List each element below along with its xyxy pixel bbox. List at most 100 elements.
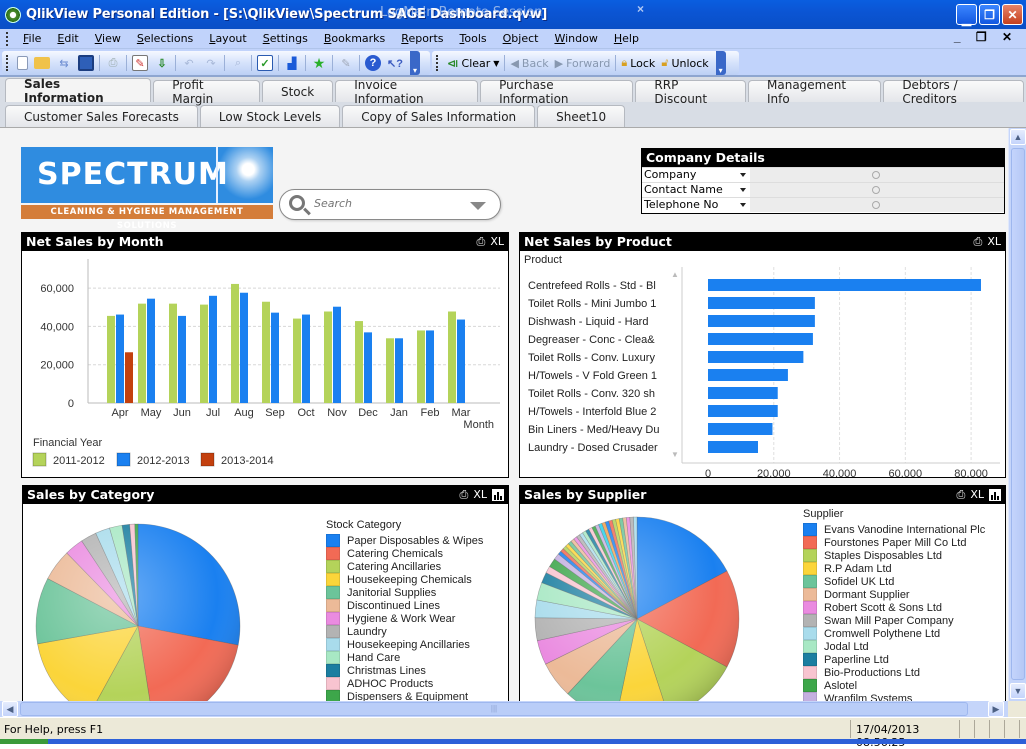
toolbar-grip[interactable] xyxy=(6,55,9,71)
dropdown-arrow-icon[interactable] xyxy=(740,188,746,192)
context-help-icon[interactable]: ↖? xyxy=(387,55,403,71)
dropdown-arrow-icon[interactable] xyxy=(470,202,486,210)
tab-debtors-creditors[interactable]: Debtors / Creditors xyxy=(883,78,1024,106)
menu-object[interactable]: Object xyxy=(495,32,547,45)
print-icon[interactable]: ⎙ xyxy=(477,233,486,251)
menu-selections[interactable]: Selections xyxy=(129,32,201,45)
field-value[interactable] xyxy=(750,183,1004,197)
legend-item[interactable]: Sofidel UK Ltd xyxy=(803,575,985,588)
net-sales-by-month-chart[interactable]: Net Sales by Month ⎙ XL 0 20,000 40,000 60,0… xyxy=(21,232,509,478)
tab-management-info[interactable]: Management Info xyxy=(748,78,882,106)
legend-item[interactable]: R.P Adam Ltd xyxy=(803,562,985,575)
net-sales-by-product-chart[interactable]: Net Sales by Product ⎙ XL Product 0 20,000 4… xyxy=(519,232,1006,480)
vertical-scrollbar[interactable]: ▲ ▼ xyxy=(1008,128,1026,701)
legend-item[interactable]: Bio-Productions Ltd xyxy=(803,666,985,679)
tab-low-stock-levels[interactable]: Low Stock Levels xyxy=(199,105,341,127)
menu-window[interactable]: Window xyxy=(546,32,605,45)
legend-item[interactable]: Robert Scott & Sons Ltd xyxy=(803,601,985,614)
overlay-close-icon[interactable]: × xyxy=(637,2,644,16)
menu-reports[interactable]: Reports xyxy=(393,32,451,45)
field-contact-name[interactable]: Contact Name xyxy=(642,182,1004,197)
bookmark-star-icon[interactable]: ★ xyxy=(311,55,327,71)
toolbar-overflow-icon[interactable]: ▾ xyxy=(715,51,726,75)
tab-stock[interactable]: Stock xyxy=(261,80,334,102)
scroll-down-icon[interactable]: ▼ xyxy=(1010,683,1026,699)
restore-button[interactable]: ❐ xyxy=(979,4,1000,25)
redo-icon[interactable]: ↷ xyxy=(203,55,219,71)
fast-change-chart-icon[interactable] xyxy=(989,489,1001,501)
field-company[interactable]: Company xyxy=(642,167,1004,182)
scroll-left-icon[interactable]: ◀ xyxy=(2,701,18,717)
legend-item[interactable]: Hand Care xyxy=(326,651,483,664)
menu-file[interactable]: File xyxy=(15,32,49,45)
legend-item[interactable]: Aslotel xyxy=(803,679,985,692)
legend-item[interactable]: Hygiene & Work Wear xyxy=(326,612,483,625)
legend-item[interactable]: Housekeeping Ancillaries xyxy=(326,638,483,651)
minimize-button[interactable]: ▁ xyxy=(956,4,977,26)
xl-export-icon[interactable]: XL xyxy=(473,486,487,504)
legend-item[interactable]: Staples Disposables Ltd xyxy=(803,549,985,562)
chart-wizard-icon[interactable]: ▟ xyxy=(284,55,300,71)
sales-by-supplier-chart[interactable]: Sales by Supplier ⎙ XL Supplier Evans Vano… xyxy=(519,485,1006,701)
xl-export-icon[interactable]: XL xyxy=(987,233,1001,251)
help-icon[interactable]: ? xyxy=(365,55,381,71)
legend-item[interactable]: Evans Vanodine International Plc xyxy=(803,523,985,536)
dropdown-arrow-icon[interactable] xyxy=(740,203,746,207)
scroll-right-icon[interactable]: ▶ xyxy=(988,701,1004,717)
menu-view[interactable]: View xyxy=(87,32,129,45)
edit-script-icon[interactable]: ✎ xyxy=(132,55,148,71)
legend-item[interactable]: Janitorial Supplies xyxy=(326,586,483,599)
fast-change-chart-icon[interactable] xyxy=(492,489,504,501)
forward-button[interactable]: ▶ Forward xyxy=(552,57,614,70)
save-icon[interactable] xyxy=(78,55,94,71)
back-button[interactable]: ◀ Back xyxy=(507,57,551,70)
vertical-scroll-thumb[interactable] xyxy=(1011,148,1025,680)
scroll-up-icon[interactable]: ▲ xyxy=(1010,129,1026,145)
new-icon[interactable] xyxy=(17,56,28,70)
legend-item[interactable]: Dormant Supplier xyxy=(803,588,985,601)
legend-item[interactable]: Laundry xyxy=(326,625,483,638)
field-telephone-no[interactable]: Telephone No xyxy=(642,197,1004,212)
tab-purchase-information[interactable]: Purchase Information xyxy=(480,78,634,106)
legend-item[interactable]: Catering Ancillaries xyxy=(326,560,483,573)
xl-export-icon[interactable]: XL xyxy=(970,486,984,504)
search-object[interactable] xyxy=(279,189,501,220)
open-icon[interactable] xyxy=(34,57,50,69)
legend-item[interactable]: Fourstones Paper Mill Co Ltd xyxy=(803,536,985,549)
search-icon[interactable]: ⌕ xyxy=(230,55,246,71)
legend-item[interactable]: Housekeeping Chemicals xyxy=(326,573,483,586)
print-icon[interactable]: ⎙ xyxy=(105,55,121,71)
menu-edit[interactable]: Edit xyxy=(49,32,86,45)
legend-item[interactable]: Dispensers & Equipment xyxy=(326,690,483,701)
horizontal-scroll-thumb[interactable]: ||| xyxy=(20,702,968,716)
tab-profit-margin[interactable]: Profit Margin xyxy=(153,78,260,106)
legend-item[interactable]: Cromwell Polythene Ltd xyxy=(803,627,985,640)
print-icon[interactable]: ⎙ xyxy=(460,486,469,504)
legend-item[interactable]: Discontinued Lines xyxy=(326,599,483,612)
menu-layout[interactable]: Layout xyxy=(201,32,254,45)
horizontal-scrollbar[interactable]: ◀ ||| ▶ xyxy=(0,701,1008,717)
tab-customer-sales-forecasts[interactable]: Customer Sales Forecasts xyxy=(5,105,198,127)
sales-by-category-chart[interactable]: Sales by Category ⎙ XL Stock Category Pape… xyxy=(22,485,509,701)
field-value[interactable] xyxy=(750,168,1004,182)
xl-export-icon[interactable]: XL xyxy=(490,233,504,251)
tab-rrp-discount[interactable]: RRP Discount xyxy=(635,78,747,106)
legend-item[interactable]: Wrapfilm Systems xyxy=(803,692,985,701)
unlock-button[interactable]: 🔓︎ Unlock xyxy=(658,56,711,70)
tab-copy-of-sales-information[interactable]: Copy of Sales Information xyxy=(342,105,536,127)
tab-sales-information[interactable]: Sales Information xyxy=(5,77,152,105)
legend-item[interactable]: ADHOC Products xyxy=(326,677,483,690)
checkbox-icon[interactable]: ✓ xyxy=(257,55,273,71)
undo-icon[interactable]: ↶ xyxy=(181,55,197,71)
document-window-controls[interactable]: _ ❐ ✕ xyxy=(954,30,1018,44)
tab-invoice-information[interactable]: Invoice Information xyxy=(335,78,479,106)
menu-settings[interactable]: Settings xyxy=(255,32,316,45)
legend-item[interactable]: Swan Mill Paper Company xyxy=(803,614,985,627)
dropdown-arrow-icon[interactable] xyxy=(740,173,746,177)
tab-sheet10[interactable]: Sheet10 xyxy=(537,105,626,127)
legend-item[interactable]: Christmas Lines xyxy=(326,664,483,677)
close-button[interactable]: ✕ xyxy=(1002,4,1023,25)
legend-item[interactable]: Catering Chemicals xyxy=(326,547,483,560)
print-icon[interactable]: ⎙ xyxy=(957,486,966,504)
chevron-down-icon[interactable]: ▼ xyxy=(493,59,499,68)
